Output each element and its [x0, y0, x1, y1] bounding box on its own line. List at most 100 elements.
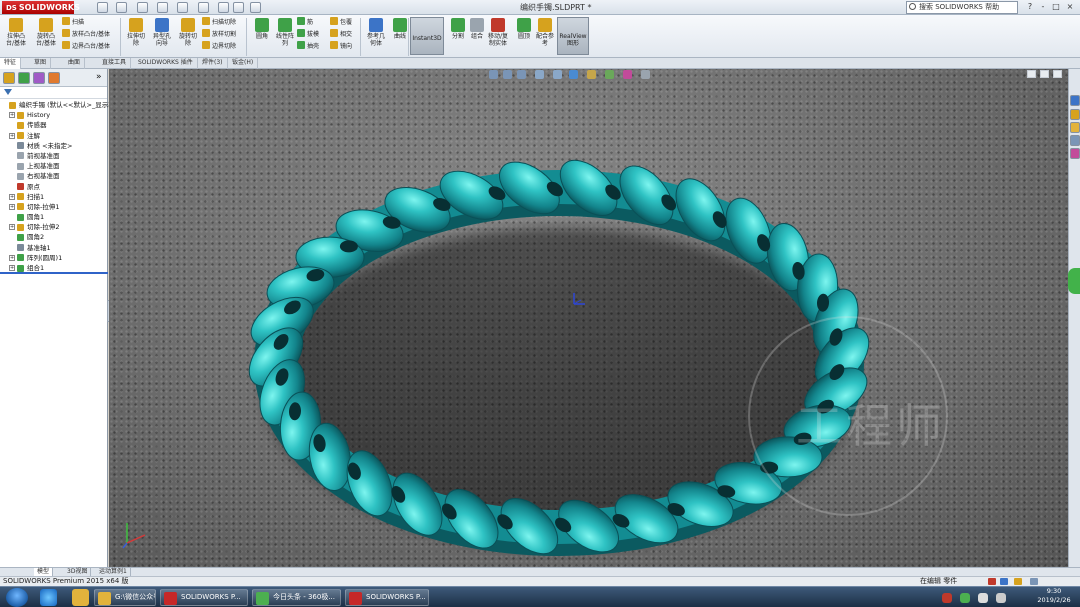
- reference-geometry-button[interactable]: 参考几 何体: [364, 18, 388, 47]
- wrap2-button[interactable]: 包覆: [330, 17, 352, 27]
- rebuild-status-icon[interactable]: [988, 578, 996, 585]
- expand-toggle-icon[interactable]: +: [9, 193, 15, 200]
- solidworks-logo[interactable]: DS SOLIDWORKS: [2, 1, 80, 14]
- tree-node[interactable]: 圆角1: [0, 212, 107, 222]
- options-icon[interactable]: [250, 2, 261, 13]
- expand-toggle-icon[interactable]: +: [9, 224, 15, 231]
- appearances-icon[interactable]: [1070, 148, 1080, 159]
- origin-icon[interactable]: [571, 291, 587, 309]
- cm-tab-5[interactable]: 焊件(3): [198, 58, 228, 69]
- extruded-cut-button[interactable]: 拉伸切 除: [124, 18, 148, 47]
- taskbar-clock[interactable]: 9:30 2019/2/26: [1030, 587, 1078, 605]
- tree-node[interactable]: + 扫描1: [0, 192, 107, 202]
- linear-pattern-button[interactable]: 线性阵 列: [273, 18, 297, 47]
- cm-tab-4[interactable]: SOLIDWORKS 插件: [134, 58, 198, 69]
- configuration-tab-icon[interactable]: [33, 72, 45, 84]
- file-explorer-icon[interactable]: [1070, 122, 1080, 133]
- lofted-cut-button[interactable]: 放样切割: [202, 29, 236, 39]
- swept-cut-button[interactable]: 扫描切除: [202, 17, 236, 27]
- expand-toggle-icon[interactable]: +: [9, 265, 15, 271]
- cm-tab-1[interactable]: 草图: [30, 58, 52, 69]
- tree-node[interactable]: 基准轴1: [0, 243, 107, 253]
- rollback-bar[interactable]: [0, 272, 108, 274]
- tree-node[interactable]: + 阵列(圆周)1: [0, 253, 107, 263]
- boundary-cut-button[interactable]: 边界切除: [202, 41, 236, 51]
- revolved-boss-button[interactable]: 旋转凸 台/基体: [34, 18, 58, 47]
- tree-node[interactable]: 编织手镯 (默认<<默认>_显示状态 1>): [0, 100, 135, 110]
- mirror-button[interactable]: 镜向: [330, 41, 352, 51]
- display-manager-tab-icon[interactable]: [48, 72, 60, 84]
- feature-tree-tab-icon[interactable]: [3, 72, 15, 84]
- rebuild-icon[interactable]: [218, 2, 229, 13]
- cm-tab-0[interactable]: 特征: [0, 58, 22, 69]
- maximize-button[interactable]: □: [1050, 2, 1062, 13]
- status-help-icon[interactable]: [1030, 578, 1038, 585]
- new-doc-icon[interactable]: [97, 2, 108, 13]
- select-icon[interactable]: [198, 2, 209, 13]
- lofted-boss-button[interactable]: 放样凸台/基体: [62, 29, 110, 39]
- taskbar-item[interactable]: G:\微信公众号\2...: [94, 589, 156, 606]
- help-search-input[interactable]: 搜索 SOLIDWORKS 帮助: [906, 1, 1018, 14]
- tree-node[interactable]: + 切除-拉伸2: [0, 222, 107, 232]
- instant3d-button[interactable]: Instant3D: [410, 17, 444, 55]
- braided-bracelet-model[interactable]: [109, 69, 1068, 567]
- tray-app-icon[interactable]: [942, 593, 952, 603]
- units-icon[interactable]: [1000, 578, 1008, 585]
- draft-button[interactable]: 拔模: [297, 29, 319, 39]
- expand-panel-icon[interactable]: »: [96, 72, 102, 82]
- undo-icon[interactable]: [177, 2, 188, 13]
- graphics-area[interactable]: [109, 69, 1068, 567]
- help-button[interactable]: ?: [1024, 2, 1036, 13]
- network-icon[interactable]: [978, 593, 988, 603]
- start-button[interactable]: [6, 588, 28, 607]
- volume-icon[interactable]: [996, 593, 1006, 603]
- view-palette-icon[interactable]: [1070, 135, 1080, 146]
- expand-toggle-icon[interactable]: +: [9, 203, 15, 210]
- solidworks-resources-icon[interactable]: [1070, 95, 1080, 106]
- swept-boss-button[interactable]: 扫描: [62, 17, 84, 27]
- tree-node[interactable]: 右视基准面: [0, 171, 107, 181]
- mate-reference-button[interactable]: 配合参 考: [533, 18, 557, 47]
- realview-button[interactable]: RealView 图形: [557, 17, 589, 55]
- taskbar-item[interactable]: 今日头条 - 360极...: [252, 589, 341, 606]
- tree-node[interactable]: 前视基准面: [0, 151, 107, 161]
- tree-node[interactable]: 上视基准面: [0, 161, 107, 171]
- tree-node[interactable]: 材质 <未指定>: [0, 141, 107, 151]
- cm-tab-3[interactable]: 直接工具: [98, 58, 132, 69]
- fillet-button[interactable]: 圆角: [250, 18, 274, 40]
- file-props-icon[interactable]: [233, 2, 244, 13]
- close-button[interactable]: ×: [1064, 2, 1076, 13]
- property-manager-tab-icon[interactable]: [18, 72, 30, 84]
- tree-filter[interactable]: [0, 87, 107, 99]
- minimize-button[interactable]: -: [1037, 2, 1049, 13]
- cm-tab-2[interactable]: 曲面: [64, 58, 86, 69]
- tree-node[interactable]: + 切除-拉伸1: [0, 202, 107, 212]
- open-doc-icon[interactable]: [116, 2, 127, 13]
- expand-toggle-icon[interactable]: +: [9, 112, 15, 119]
- design-library-icon[interactable]: [1070, 109, 1080, 120]
- tree-node[interactable]: 原点: [0, 182, 107, 192]
- quick-tips-icon[interactable]: [1014, 578, 1022, 585]
- extruded-boss-button[interactable]: 拉伸凸 台/基体: [4, 18, 28, 47]
- boundary-boss-button[interactable]: 边界凸台/基体: [62, 41, 110, 51]
- move-copy-body-button[interactable]: 移动/复 制实体: [486, 18, 510, 47]
- pinned-app-icon[interactable]: [40, 589, 57, 606]
- tree-node[interactable]: 圆角2: [0, 232, 107, 242]
- task-pane-flyout-icon[interactable]: [1068, 268, 1080, 294]
- taskbar-item[interactable]: SOLIDWORKS P...: [345, 589, 429, 606]
- expand-toggle-icon[interactable]: +: [9, 254, 15, 261]
- revolved-cut-button[interactable]: 旋转切 除: [176, 18, 200, 47]
- rib-button[interactable]: 筋: [297, 17, 313, 27]
- print-icon[interactable]: [157, 2, 168, 13]
- taskbar-item[interactable]: SOLIDWORKS P...: [160, 589, 248, 606]
- tree-node[interactable]: + History: [0, 110, 107, 120]
- tray-app2-icon[interactable]: [960, 593, 970, 603]
- tree-node[interactable]: 传感器: [0, 120, 107, 130]
- intersect-button[interactable]: 相交: [330, 29, 352, 39]
- expand-toggle-icon[interactable]: +: [9, 132, 15, 139]
- tree-node[interactable]: + 注解: [0, 131, 107, 141]
- shell-button[interactable]: 抽壳: [297, 41, 319, 51]
- hole-wizard-button[interactable]: 异型孔 向导: [150, 18, 174, 47]
- explorer-pinned-icon[interactable]: [72, 589, 89, 606]
- save-icon[interactable]: [137, 2, 148, 13]
